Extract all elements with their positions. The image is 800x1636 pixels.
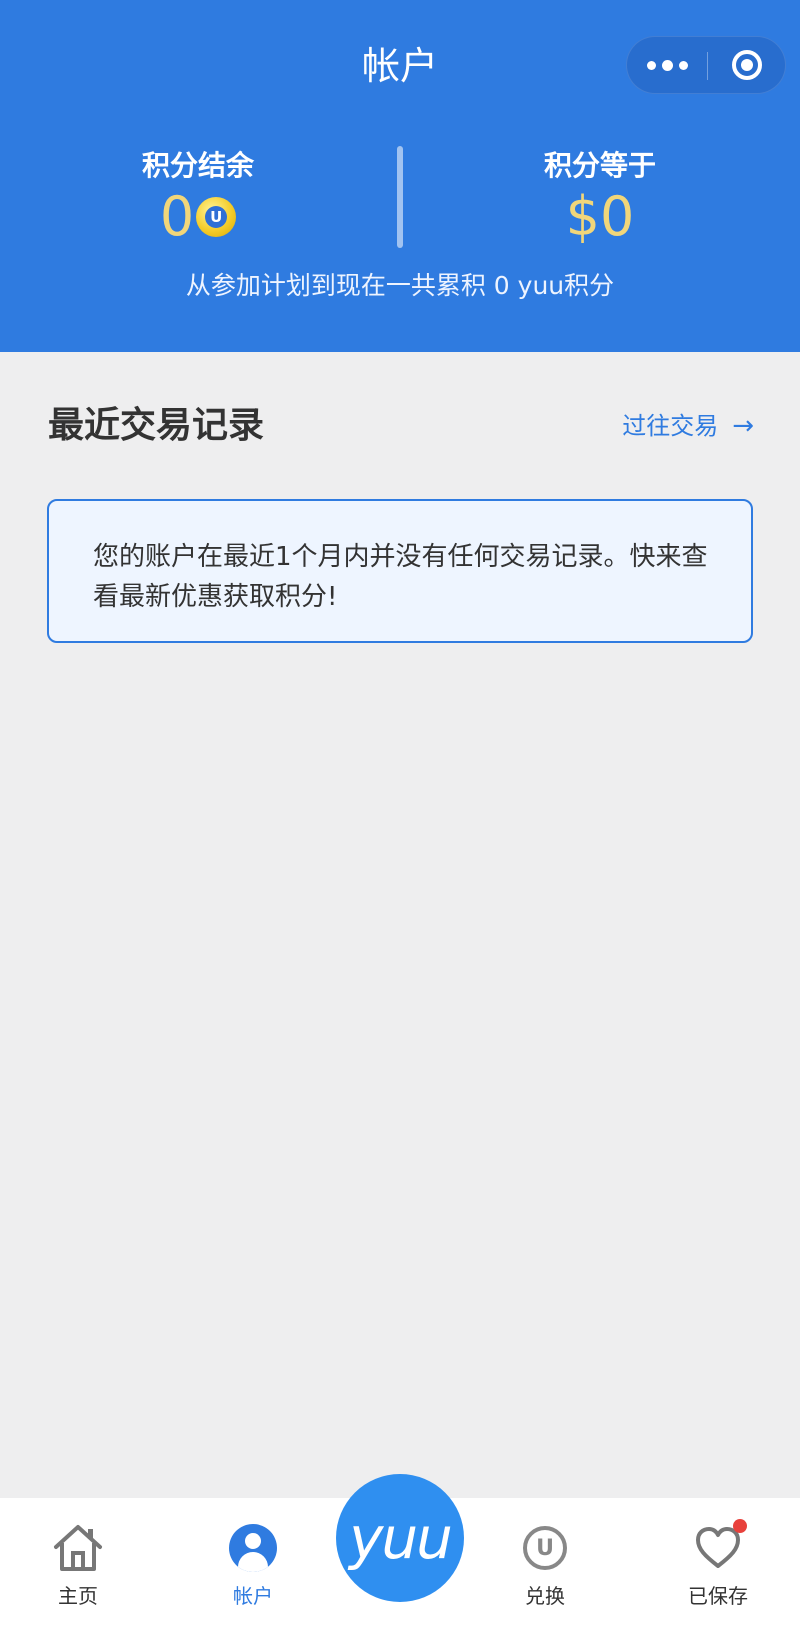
notification-badge-dot xyxy=(733,1519,747,1533)
account-header: 帐户 积分结余 0 U 积分等于 $0 从参加计划到现在一共累积 0 yuu积分 xyxy=(0,0,800,352)
points-balance: 积分结余 0 U xyxy=(48,148,348,250)
points-equivalent: 积分等于 $0 xyxy=(450,148,750,250)
tab-saved-label: 已保存 xyxy=(688,1584,748,1608)
user-icon xyxy=(193,1520,313,1576)
points-balance-value-row: 0 U xyxy=(48,184,348,250)
points-equivalent-value: $0 xyxy=(565,185,635,248)
points-balance-label: 积分结余 xyxy=(141,149,254,182)
points-summary: 从参加计划到现在一共累积 0 yuu积分 xyxy=(185,271,615,300)
yuu-center-button[interactable]: yuu xyxy=(336,1474,464,1602)
redeem-u-icon: U xyxy=(485,1520,605,1576)
tab-redeem[interactable]: U 兑换 xyxy=(485,1520,605,1610)
tab-saved[interactable]: 已保存 xyxy=(658,1519,778,1610)
miniprogram-capsule xyxy=(626,36,786,94)
home-icon xyxy=(18,1520,138,1576)
arrow-right-icon: → xyxy=(732,411,754,441)
tab-home[interactable]: 主页 xyxy=(18,1520,138,1610)
yuu-coin-icon: U xyxy=(196,197,237,237)
past-transactions-link[interactable]: 过往交易 → xyxy=(622,406,754,446)
tab-home-label: 主页 xyxy=(58,1584,98,1608)
tab-account[interactable]: 帐户 xyxy=(193,1520,313,1610)
more-dots-icon[interactable] xyxy=(627,37,707,93)
yuu-logo: yuu xyxy=(349,1504,453,1572)
points-equivalent-label: 积分等于 xyxy=(543,149,656,182)
target-icon[interactable] xyxy=(708,37,786,93)
empty-transactions-card: 您的账户在最近1个月内并没有任何交易记录。快来查看最新优惠获取积分! xyxy=(47,499,753,643)
points-balance-value: 0 xyxy=(159,185,195,248)
tab-account-label: 帐户 xyxy=(233,1584,273,1608)
empty-transactions-message: 您的账户在最近1个月内并没有任何交易记录。快来查看最新优惠获取积分! xyxy=(93,542,708,612)
stats-divider xyxy=(397,146,403,248)
past-transactions-label: 过往交易 xyxy=(622,412,719,440)
recent-transactions-title: 最近交易记录 xyxy=(48,405,265,446)
heart-icon xyxy=(693,1519,747,1573)
tab-redeem-label: 兑换 xyxy=(525,1584,565,1608)
